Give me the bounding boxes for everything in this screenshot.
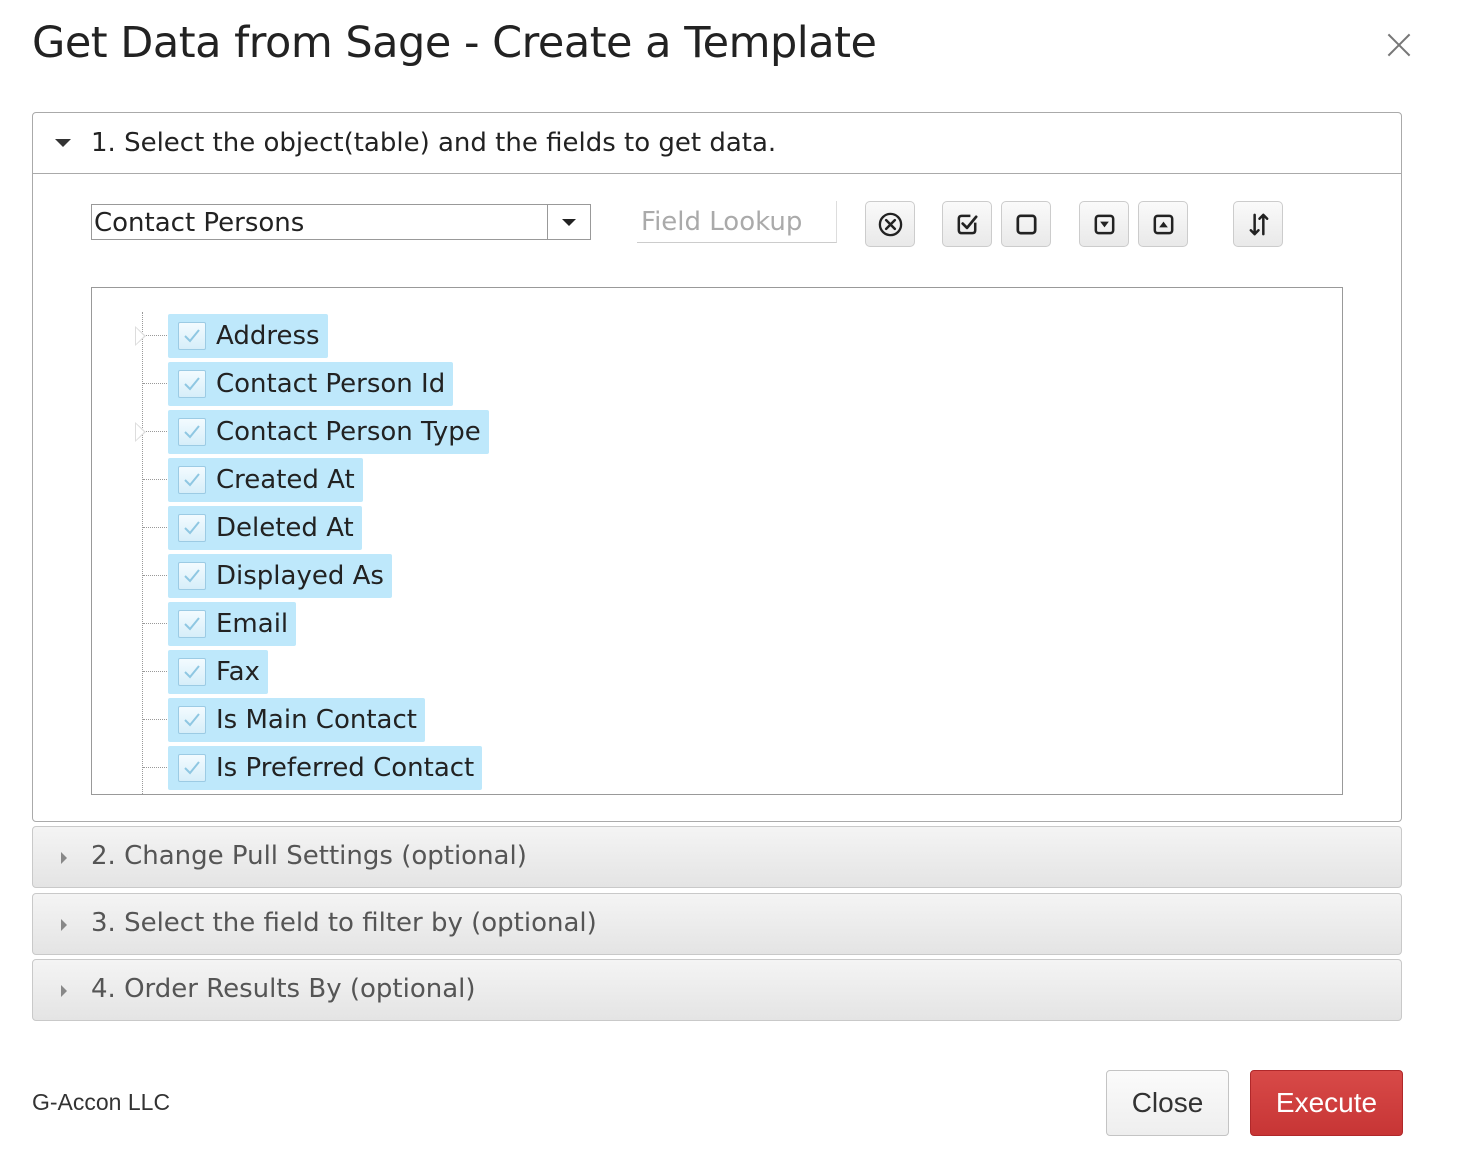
caret-right-icon <box>61 919 67 931</box>
close-button[interactable]: Close <box>1106 1070 1229 1136</box>
caret-down-icon <box>55 139 71 147</box>
expand-arrow-icon[interactable] <box>135 422 146 442</box>
tree-node-fax[interactable]: Fax <box>168 650 268 694</box>
tree-node-contact-person-id[interactable]: Contact Person Id <box>168 362 454 406</box>
tree-connector <box>143 719 167 720</box>
tree-node-email[interactable]: Email <box>168 602 297 646</box>
tree-connector <box>143 335 167 336</box>
clear-icon <box>878 212 903 237</box>
tree-connector <box>143 383 167 384</box>
section-select-object: 1. Select the object(table) and the fiel… <box>32 112 1402 822</box>
tree-node-label: Created At <box>216 465 355 495</box>
expand-all-button[interactable] <box>1079 201 1129 247</box>
tree-node-label: Is Preferred Contact <box>216 753 475 783</box>
uncheck-all-button[interactable] <box>1001 201 1051 247</box>
expand-arrow-icon[interactable] <box>135 326 146 346</box>
checkbox-checked-icon[interactable] <box>178 418 206 446</box>
tree-node-row: Address <box>92 312 1342 360</box>
tree-node-row: Displayed As <box>92 552 1342 600</box>
section-filter-field[interactable]: 3. Select the field to filter by (option… <box>32 893 1402 955</box>
field-tree: Address Contact Person Id Contact Person… <box>91 287 1343 795</box>
tree-node-row: Deleted At <box>92 504 1342 552</box>
tree-node-displayed-as[interactable]: Displayed As <box>168 554 392 598</box>
checkbox-checked-icon[interactable] <box>178 370 206 398</box>
check-all-icon <box>957 214 978 235</box>
object-select[interactable]: Contact Persons <box>91 204 591 240</box>
tree-node-row: Created At <box>92 456 1342 504</box>
section-pull-settings[interactable]: 2. Change Pull Settings (optional) <box>32 826 1402 888</box>
tree-node-contact-person-type[interactable]: Contact Person Type <box>168 410 489 454</box>
tree-connector <box>143 575 167 576</box>
checkbox-checked-icon[interactable] <box>178 514 206 542</box>
tree-node-label: Address <box>216 321 320 351</box>
section-2-label: 2. Change Pull Settings (optional) <box>91 841 527 871</box>
tree-connector <box>143 767 167 768</box>
tree-node-label: Email <box>216 609 289 639</box>
tree-node-row: Is Preferred Contact <box>92 744 1342 792</box>
tree-node-label: Fax <box>216 657 260 687</box>
section-3-label: 3. Select the field to filter by (option… <box>91 908 597 938</box>
tree-node-label: Contact Person Type <box>216 417 481 447</box>
tree-connector <box>143 479 167 480</box>
tree-connector <box>143 431 167 432</box>
close-icon[interactable] <box>1380 26 1418 64</box>
tree-node-row: Is Main Contact <box>92 696 1342 744</box>
checkbox-checked-icon[interactable] <box>178 658 206 686</box>
tree-node-row: Fax <box>92 648 1342 696</box>
tree-connector <box>143 527 167 528</box>
dialog-title: Get Data from Sage - Create a Template <box>32 18 877 68</box>
check-all-button[interactable] <box>942 201 992 247</box>
object-select-value: Contact Persons <box>94 208 305 238</box>
section-1-header[interactable]: 1. Select the object(table) and the fiel… <box>33 113 1401 174</box>
execute-button[interactable]: Execute <box>1250 1070 1403 1136</box>
brand-label: G-Accon LLC <box>32 1089 171 1115</box>
checkbox-checked-icon[interactable] <box>178 754 206 782</box>
tree-connector <box>143 671 167 672</box>
tree-connector <box>143 623 167 624</box>
tree-node-row: Email <box>92 600 1342 648</box>
checkbox-checked-icon[interactable] <box>178 610 206 638</box>
tree-node-is-main-contact[interactable]: Is Main Contact <box>168 698 425 742</box>
tree-node-row: Contact Person Id <box>92 360 1342 408</box>
clear-button[interactable] <box>865 201 915 247</box>
uncheck-all-icon <box>1016 214 1037 235</box>
section-order-results[interactable]: 4. Order Results By (optional) <box>32 959 1402 1021</box>
expand-all-icon <box>1094 214 1115 235</box>
tree-node-is-preferred-contact[interactable]: Is Preferred Contact <box>168 746 483 790</box>
field-lookup-input[interactable] <box>637 201 837 243</box>
sort-icon <box>1249 213 1269 236</box>
tree-node-label: Is Main Contact <box>216 705 417 735</box>
tree-node-address[interactable]: Address <box>168 314 328 358</box>
checkbox-checked-icon[interactable] <box>178 322 206 350</box>
sort-button[interactable] <box>1233 201 1283 247</box>
caret-right-icon <box>61 852 67 864</box>
tree-node-created-at[interactable]: Created At <box>168 458 363 502</box>
checkbox-checked-icon[interactable] <box>178 562 206 590</box>
section-4-label: 4. Order Results By (optional) <box>91 974 476 1004</box>
tree-node-label: Deleted At <box>216 513 354 543</box>
checkbox-checked-icon[interactable] <box>178 466 206 494</box>
tree-node-row: Contact Person Type <box>92 408 1342 456</box>
checkbox-checked-icon[interactable] <box>178 706 206 734</box>
dropdown-arrow-icon[interactable] <box>547 205 590 239</box>
section-1-label: 1. Select the object(table) and the fiel… <box>91 128 777 158</box>
collapse-all-button[interactable] <box>1138 201 1188 247</box>
tree-node-label: Contact Person Id <box>216 369 446 399</box>
tree-node-label: Displayed As <box>216 561 384 591</box>
caret-right-icon <box>61 985 67 997</box>
tree-node-deleted-at[interactable]: Deleted At <box>168 506 362 550</box>
collapse-all-icon <box>1153 214 1174 235</box>
